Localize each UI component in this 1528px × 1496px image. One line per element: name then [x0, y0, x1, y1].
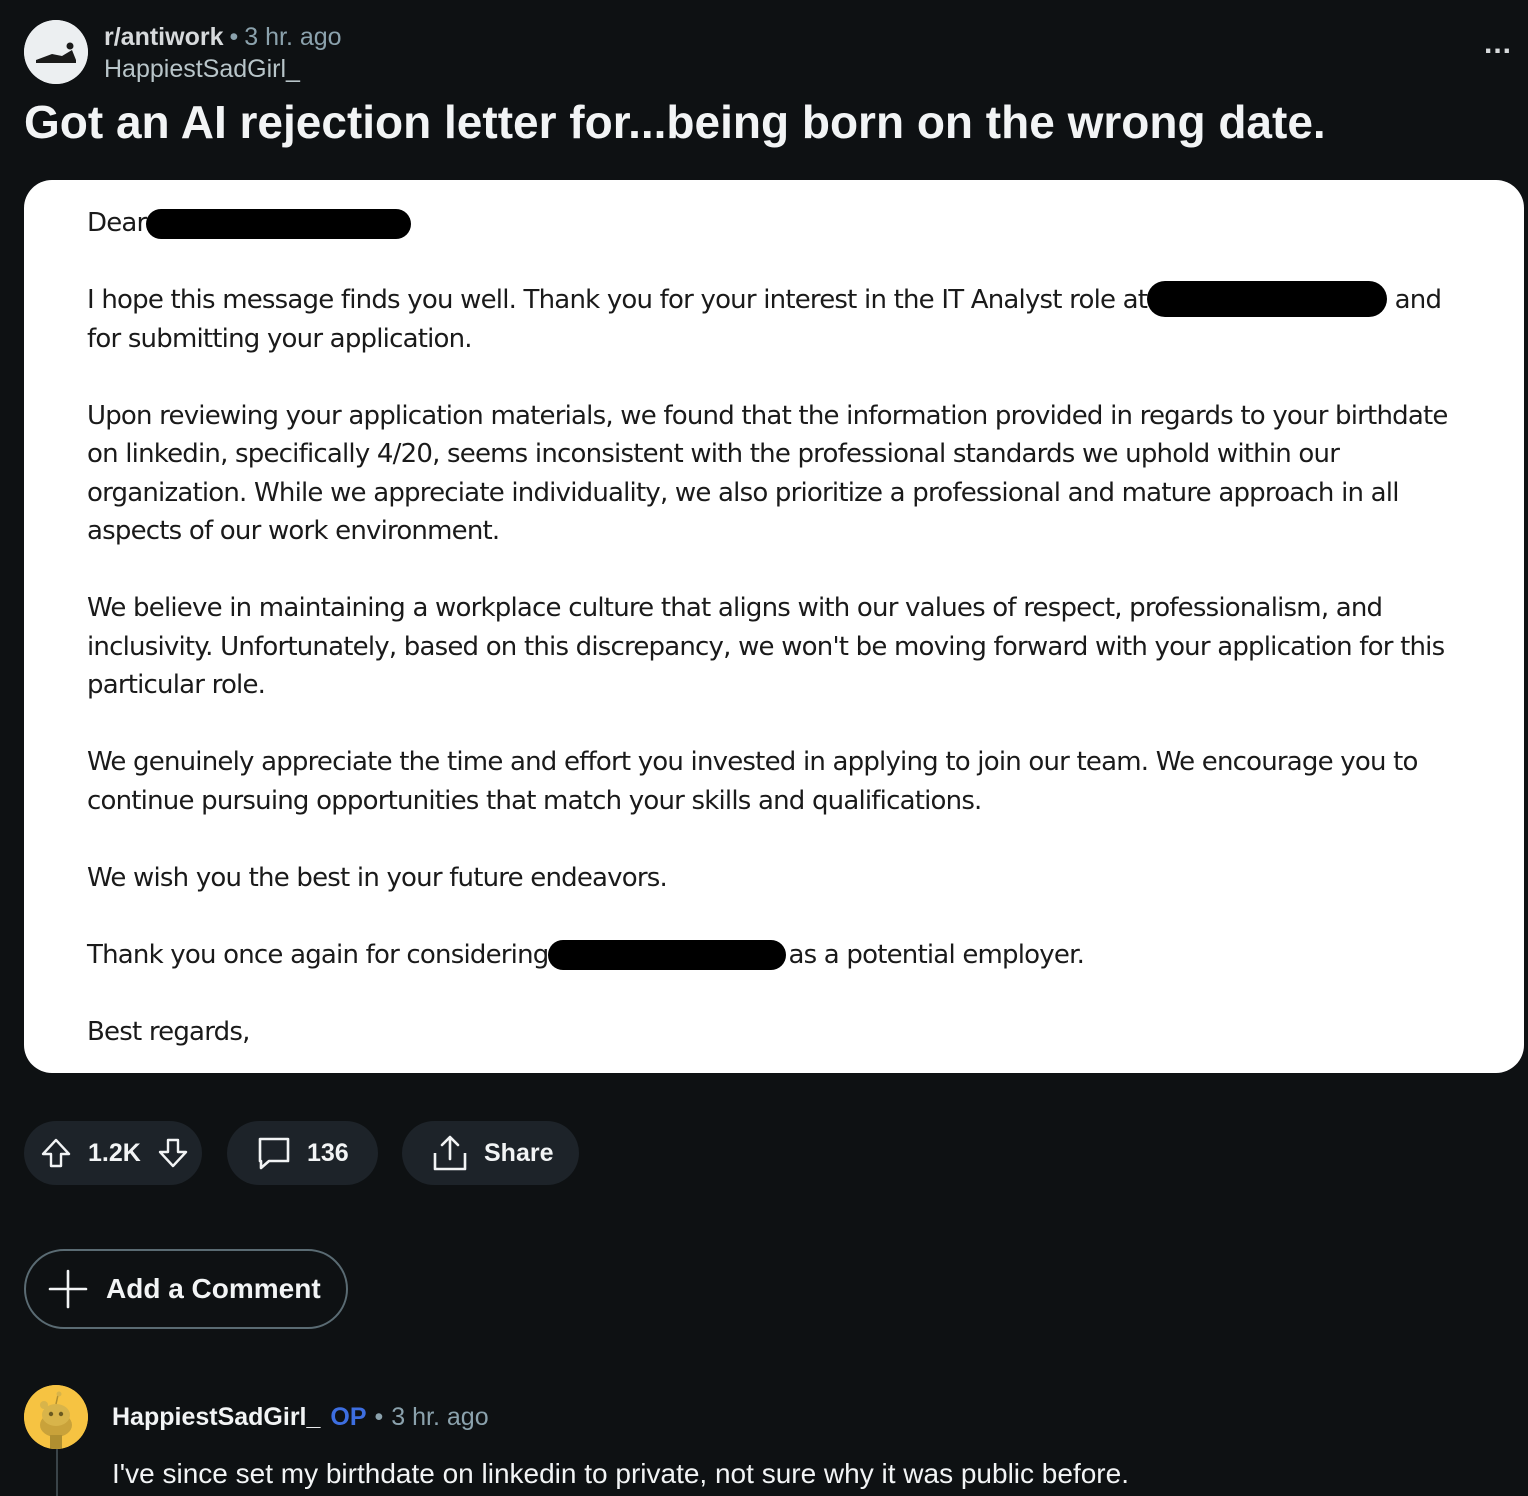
post-header: r/antiwork • 3 hr. ago HappiestSadGirl_ ..… — [24, 20, 1511, 84]
redaction-mark — [548, 940, 787, 970]
post-meta: r/antiwork • 3 hr. ago — [104, 22, 342, 52]
share-button[interactable]: Share — [402, 1121, 579, 1185]
letter-paragraph-4: We genuinely appreciate the time and eff… — [87, 747, 1418, 816]
letter-paragraph-2: Upon reviewing your application material… — [87, 400, 1448, 547]
snoo-avatar-icon[interactable] — [24, 1385, 88, 1449]
op-badge: OP — [330, 1403, 367, 1431]
post-time: 3 hr. ago — [244, 23, 342, 51]
letter-paragraph-6b: as a potential employer. — [788, 939, 1085, 970]
comment-body: I've since set my birthdate on linkedin … — [112, 1458, 1129, 1489]
add-comment-button[interactable]: Add a Comment — [24, 1249, 348, 1329]
add-comment-label: Add a Comment — [106, 1273, 321, 1304]
letter-paragraph-6a: Thank you once again for considering — [87, 939, 549, 970]
post-image[interactable]: Dear I hope this message finds you well.… — [24, 180, 1524, 1073]
post-author[interactable]: HappiestSadGirl_ — [104, 54, 300, 84]
letter-paragraph-1a: I hope this message finds you well. Than… — [87, 285, 1148, 315]
share-label: Share — [484, 1138, 554, 1167]
comment-time: 3 hr. ago — [391, 1403, 489, 1431]
rejection-letter: Dear I hope this message finds you well.… — [87, 204, 1457, 1051]
redaction-mark — [1147, 280, 1388, 317]
subreddit-name[interactable]: r/antiwork — [104, 23, 223, 51]
meta-separator: • — [374, 1403, 384, 1431]
letter-paragraph-3: We believe in maintaining a workplace cu… — [87, 593, 1445, 700]
upvote-icon[interactable] — [40, 1137, 72, 1169]
meta-separator: • — [229, 23, 239, 51]
letter-paragraph-5: We wish you the best in your future ende… — [87, 862, 668, 893]
plus-icon — [48, 1269, 88, 1309]
comment-count: 136 — [307, 1138, 349, 1167]
thread-line[interactable] — [56, 1449, 58, 1496]
vote-count: 1.2K — [88, 1138, 141, 1167]
letter-closing: Best regards, — [87, 1016, 250, 1047]
share-icon — [430, 1133, 470, 1173]
letter-greeting: Dear — [87, 208, 147, 238]
comment-author[interactable]: HappiestSadGirl_ — [112, 1403, 320, 1431]
comment-meta: HappiestSadGirl_ OP • 3 hr. ago — [112, 1402, 489, 1432]
downvote-icon[interactable] — [157, 1137, 189, 1169]
comments-button[interactable]: 136 — [227, 1121, 378, 1185]
subreddit-avatar-icon[interactable] — [24, 20, 88, 84]
post-title: Got an AI rejection letter for...being b… — [24, 96, 1326, 148]
more-options-button[interactable]: ... — [1476, 29, 1520, 64]
vote-control: 1.2K — [24, 1121, 202, 1185]
comment: HappiestSadGirl_ OP • 3 hr. ago I've since … — [24, 1385, 1504, 1496]
redaction-mark — [146, 208, 412, 239]
comment-icon — [255, 1134, 293, 1172]
